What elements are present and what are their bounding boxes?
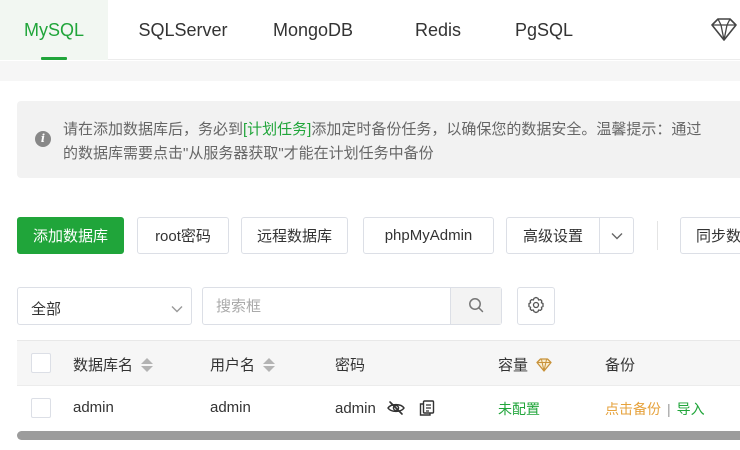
column-user-header[interactable]: 用户名 <box>210 354 276 375</box>
advanced-settings-button[interactable]: 高级设置 <box>506 217 634 254</box>
gear-icon <box>527 296 545 317</box>
action-separator: | <box>667 401 671 417</box>
search-button[interactable] <box>450 288 501 324</box>
crown-icon <box>534 357 554 373</box>
column-settings-button[interactable] <box>517 287 555 325</box>
tab-redis[interactable]: Redis <box>390 0 486 60</box>
search-icon <box>468 297 484 316</box>
add-database-button[interactable]: 添加数据库 <box>17 217 124 254</box>
row-password-cell: admin <box>335 399 436 417</box>
sort-icon[interactable] <box>263 357 276 373</box>
column-password-header: 密码 <box>335 354 365 375</box>
info-icon: i <box>35 131 51 147</box>
filter-select-value: 全部 <box>31 301 62 318</box>
table-row: admin admin admin 未配置 点击备份 | 导入 <box>17 386 740 431</box>
chevron-down-icon[interactable] <box>600 232 633 240</box>
search-box <box>202 287 502 325</box>
filter-select[interactable]: 全部 <box>17 287 192 325</box>
select-all-checkbox[interactable] <box>31 353 51 373</box>
row-database-name: admin <box>73 399 114 416</box>
eye-off-icon[interactable] <box>386 400 406 416</box>
row-password: admin <box>335 399 376 417</box>
column-backup-label: 备份 <box>605 357 636 374</box>
notice-text: 请在添加数据库后，务必到[计划任务]添加定时备份任务，以确保您的数据安全。温馨提… <box>63 118 701 166</box>
phpmyadmin-button[interactable]: phpMyAdmin <box>363 217 494 254</box>
search-input[interactable] <box>203 288 451 324</box>
column-backup-header: 备份 <box>605 354 635 375</box>
row-username: admin <box>210 399 251 416</box>
copy-icon[interactable] <box>418 399 436 417</box>
tab-mongodb[interactable]: MongoDB <box>258 0 368 60</box>
backup-now-link[interactable]: 点击备份 <box>605 399 661 419</box>
row-capacity-status[interactable]: 未配置 <box>498 399 540 419</box>
backup-notice: i 请在添加数据库后，务必到[计划任务]添加定时备份任务，以确保您的数据安全。温… <box>17 101 740 178</box>
root-password-button[interactable]: root密码 <box>137 217 229 254</box>
notice-text-after: 添加定时备份任务，以确保您的数据安全。温馨提示：通过 <box>311 121 702 138</box>
tab-pgsql[interactable]: PgSQL <box>496 0 592 60</box>
import-link[interactable]: 导入 <box>677 399 705 419</box>
tab-sqlserver[interactable]: SQLServer <box>108 0 258 60</box>
column-password-label: 密码 <box>335 357 366 374</box>
toolbar-divider <box>657 221 658 250</box>
row-backup-actions: 点击备份 | 导入 <box>605 399 705 419</box>
chevron-down-icon <box>171 300 183 316</box>
sort-icon[interactable] <box>141 357 154 373</box>
table-header: 数据库名 用户名 密码 容量 备份 <box>17 340 740 386</box>
database-tabs: MySQL SQLServer MongoDB Redis PgSQL <box>0 0 740 60</box>
column-user-label: 用户名 <box>210 357 256 374</box>
tabs-divider-band <box>0 61 740 81</box>
column-capacity-label: 容量 <box>498 357 529 374</box>
horizontal-scrollbar[interactable] <box>17 431 740 440</box>
diamond-icon[interactable] <box>708 15 740 45</box>
column-capacity-header: 容量 <box>498 354 554 375</box>
row-checkbox[interactable] <box>31 398 51 418</box>
remote-database-button[interactable]: 远程数据库 <box>241 217 348 254</box>
notice-line-2: 的数据库需要点击"从服务器获取"才能在计划任务中备份 <box>63 145 434 162</box>
advanced-settings-label[interactable]: 高级设置 <box>507 225 599 246</box>
tab-mysql[interactable]: MySQL <box>0 0 108 60</box>
notice-text-before: 请在添加数据库后，务必到 <box>63 121 244 138</box>
cron-task-link[interactable]: [计划任务] <box>243 121 311 138</box>
column-name-header[interactable]: 数据库名 <box>73 354 154 375</box>
sync-button[interactable]: 同步数 <box>680 217 740 254</box>
column-name-label: 数据库名 <box>73 357 134 374</box>
